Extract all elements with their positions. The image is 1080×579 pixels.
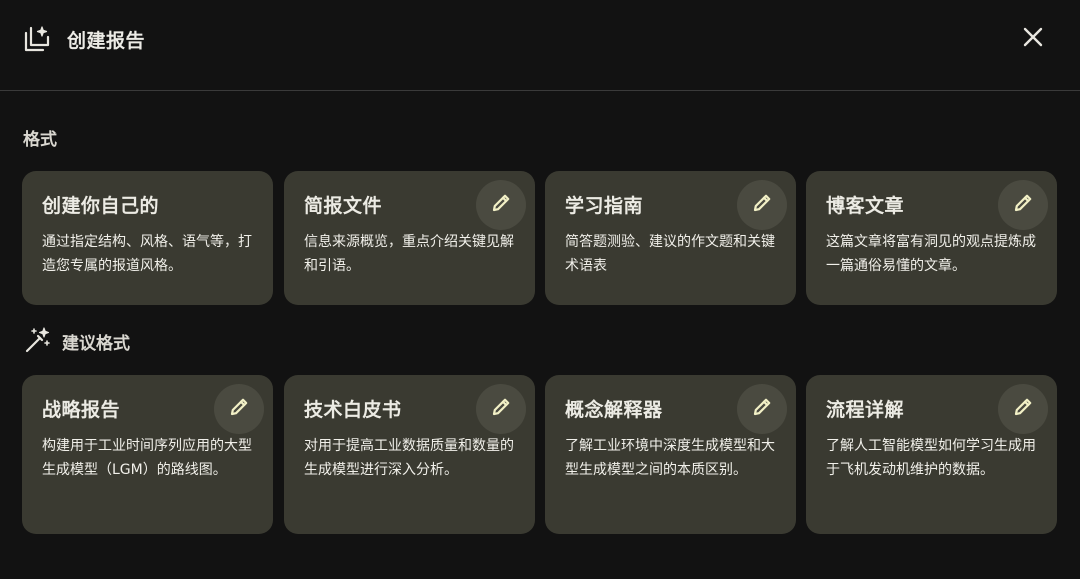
card-title: 学习指南 (565, 195, 644, 217)
stacked-sparkle-icon (23, 25, 51, 53)
card-title: 流程详解 (826, 399, 905, 421)
format-card-study-guide[interactable]: 学习指南 简答题测验、建议的作文题和关键术语表 (545, 171, 796, 305)
card-description: 这篇文章将富有洞见的观点提炼成一篇通俗易懂的文章。 (826, 234, 1036, 274)
card-description: 信息来源概览，重点介绍关键见解和引语。 (304, 234, 514, 274)
pencil-icon (751, 396, 773, 422)
pencil-icon (1012, 192, 1034, 218)
card-title: 博客文章 (826, 195, 905, 217)
suggested-card-strategy-report[interactable]: 战略报告 构建用于工业时间序列应用的大型生成模型（LGM）的路线图。 (22, 375, 273, 534)
edit-button[interactable] (476, 384, 526, 434)
pencil-icon (228, 396, 250, 422)
edit-button[interactable] (737, 384, 787, 434)
close-icon (1022, 26, 1044, 52)
edit-button[interactable] (998, 180, 1048, 230)
card-description: 构建用于工业时间序列应用的大型生成模型（LGM）的路线图。 (42, 438, 252, 478)
dialog-header: 创建报告 (0, 0, 1080, 91)
card-title: 简报文件 (304, 195, 383, 217)
suggested-card-process-walkthrough[interactable]: 流程详解 了解人工智能模型如何学习生成用于飞机发动机维护的数据。 (806, 375, 1057, 534)
dialog-title: 创建报告 (67, 30, 146, 52)
card-description: 了解工业环境中深度生成模型和大型生成模型之间的本质区别。 (565, 438, 775, 478)
card-description: 对用于提高工业数据质量和数量的生成模型进行深入分析。 (304, 438, 514, 478)
format-card-blog-post[interactable]: 博客文章 这篇文章将富有洞见的观点提炼成一篇通俗易懂的文章。 (806, 171, 1057, 305)
format-card-custom[interactable]: 创建你自己的 通过指定结构、风格、语气等，打造您专属的报道风格。 (22, 171, 273, 305)
card-description: 通过指定结构、风格、语气等，打造您专属的报道风格。 (42, 234, 252, 274)
card-title: 战略报告 (42, 399, 121, 421)
suggested-section-label: 建议格式 (62, 334, 130, 354)
card-title: 技术白皮书 (304, 399, 402, 421)
card-description: 简答题测验、建议的作文题和关键术语表 (565, 234, 775, 274)
edit-button[interactable] (476, 180, 526, 230)
edit-button[interactable] (737, 180, 787, 230)
close-button[interactable] (1015, 21, 1051, 57)
pencil-icon (1012, 396, 1034, 422)
pencil-icon (490, 192, 512, 218)
format-card-briefing[interactable]: 简报文件 信息来源概览，重点介绍关键见解和引语。 (284, 171, 535, 305)
edit-button[interactable] (998, 384, 1048, 434)
pencil-icon (751, 192, 773, 218)
edit-button[interactable] (214, 384, 264, 434)
card-title: 创建你自己的 (42, 195, 160, 217)
format-section-label: 格式 (23, 130, 57, 150)
card-description: 了解人工智能模型如何学习生成用于飞机发动机维护的数据。 (826, 438, 1036, 478)
suggested-card-white-paper[interactable]: 技术白皮书 对用于提高工业数据质量和数量的生成模型进行深入分析。 (284, 375, 535, 534)
magic-wand-icon (23, 326, 51, 354)
card-title: 概念解释器 (565, 399, 663, 421)
suggested-card-concept-explainer[interactable]: 概念解释器 了解工业环境中深度生成模型和大型生成模型之间的本质区别。 (545, 375, 796, 534)
pencil-icon (490, 396, 512, 422)
create-report-dialog: 创建报告 格式 创建你自己的 通过指定结构、风格、语气等，打造您专属的报道风格。… (0, 0, 1080, 579)
